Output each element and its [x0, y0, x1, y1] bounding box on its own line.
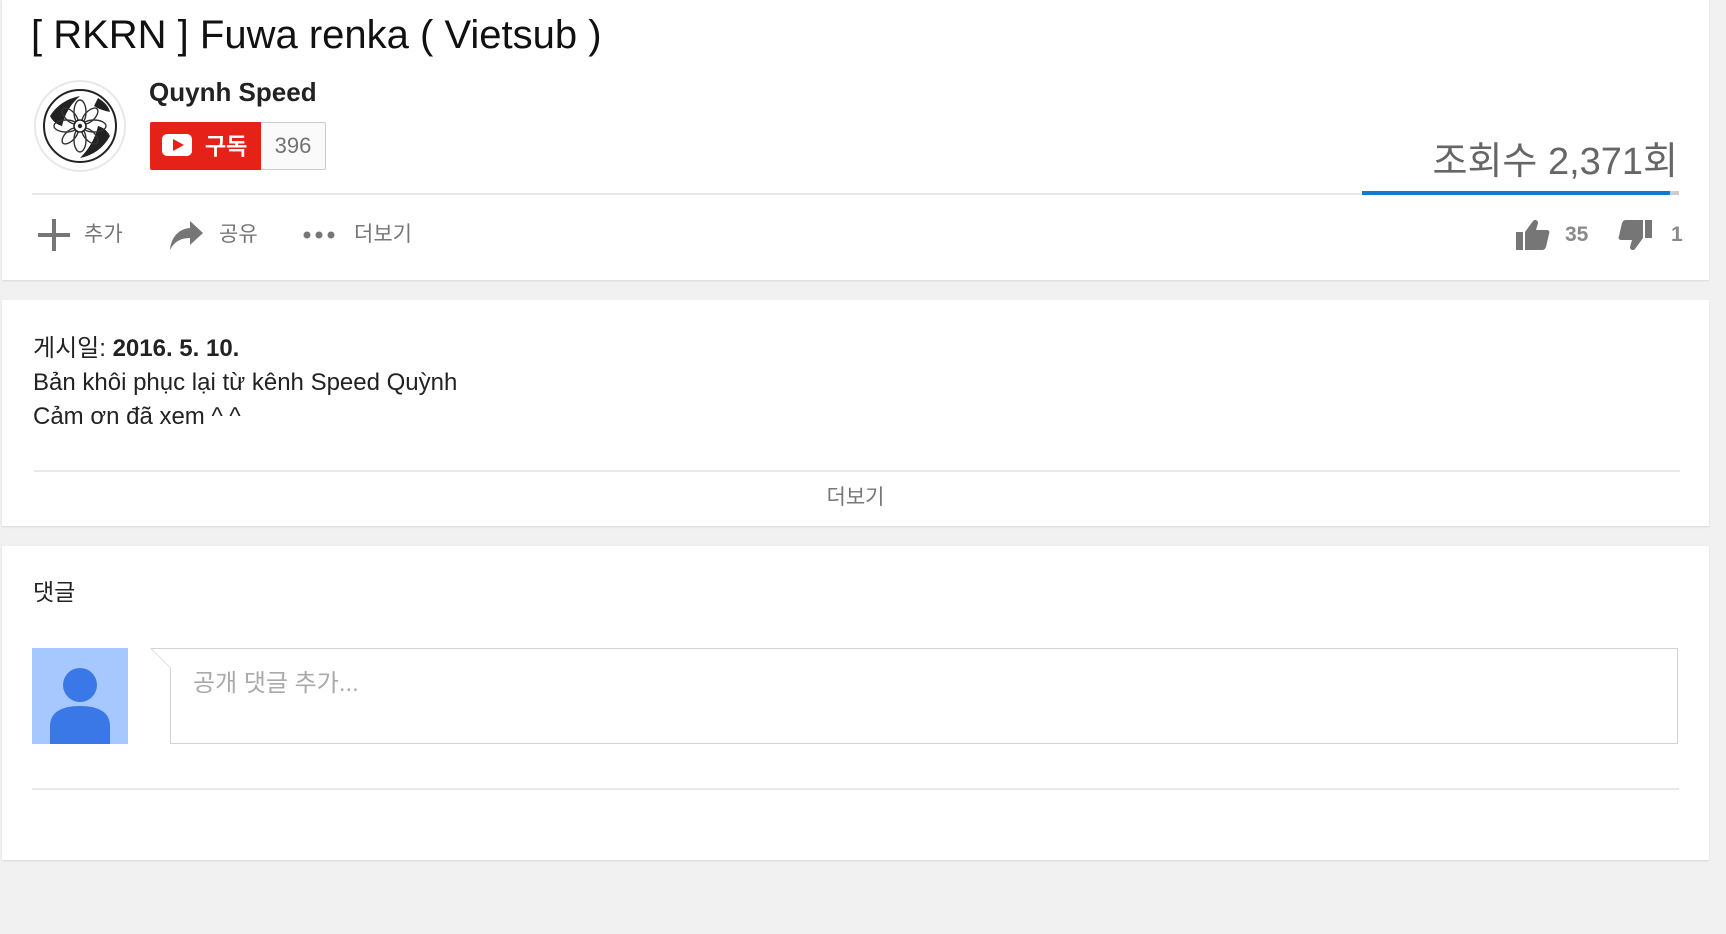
comment-input-placeholder: 공개 댓글 추가...	[193, 670, 359, 697]
published-date: 2016. 5. 10.	[112, 335, 240, 362]
subscribe-label: 구독	[205, 133, 248, 159]
like-button[interactable]: 35	[1515, 215, 1595, 255]
subscribe-button[interactable]: 구독	[150, 122, 261, 170]
thumbs-down-icon	[1618, 220, 1652, 251]
thumbs-up-icon	[1516, 219, 1550, 250]
default-user-icon	[50, 668, 110, 744]
video-title: [ RKRN ] Fuwa renka ( Vietsub )	[31, 13, 602, 57]
comment-input[interactable]: 공개 댓글 추가...	[150, 648, 1678, 744]
published-line: 게시일: 2016. 5. 10.	[33, 332, 239, 366]
youtube-play-icon	[162, 134, 192, 156]
plus-icon	[38, 219, 70, 251]
more-actions-label: 더보기	[354, 223, 412, 246]
user-avatar	[32, 648, 128, 744]
description-line-2: Cảm ơn đã xem ^ ^	[33, 403, 241, 430]
view-count: 조회수 2,371회	[1432, 141, 1679, 183]
description-line-1: Bản khôi phục lại từ kênh Speed Quỳnh	[33, 369, 458, 396]
video-info-card: [ RKRN ] Fuwa renka ( Vietsub ) Quynh Sp…	[2, 0, 1709, 280]
share-label: 공유	[219, 223, 258, 246]
dislike-count: 1	[1671, 223, 1683, 246]
flower-lineart-avatar-icon	[43, 89, 117, 163]
description-divider	[34, 470, 1680, 472]
sentiment-bar	[1362, 191, 1679, 195]
comments-title: 댓글	[33, 579, 76, 605]
share-button[interactable]: 공유	[168, 215, 268, 255]
share-arrow-icon	[170, 221, 203, 250]
description-card: 게시일: 2016. 5. 10. Bản khôi phục lại từ k…	[2, 300, 1709, 526]
show-more-button[interactable]: 더보기	[2, 484, 1709, 512]
sentiment-bar-like-fill	[1362, 191, 1671, 195]
channel-avatar[interactable]	[34, 80, 126, 172]
comments-card: 댓글 공개 댓글 추가...	[2, 546, 1709, 860]
published-prefix: 게시일:	[33, 335, 113, 362]
comments-divider	[32, 788, 1679, 790]
add-to-button[interactable]: 추가	[36, 215, 136, 255]
more-dots-icon	[303, 231, 335, 239]
channel-name[interactable]: Quynh Speed	[149, 76, 317, 108]
dislike-button[interactable]: 1	[1617, 215, 1683, 255]
add-to-label: 추가	[84, 223, 123, 246]
subscriber-count: 396	[261, 122, 326, 170]
more-actions-button[interactable]: 더보기	[302, 215, 422, 255]
like-count: 35	[1565, 223, 1589, 246]
